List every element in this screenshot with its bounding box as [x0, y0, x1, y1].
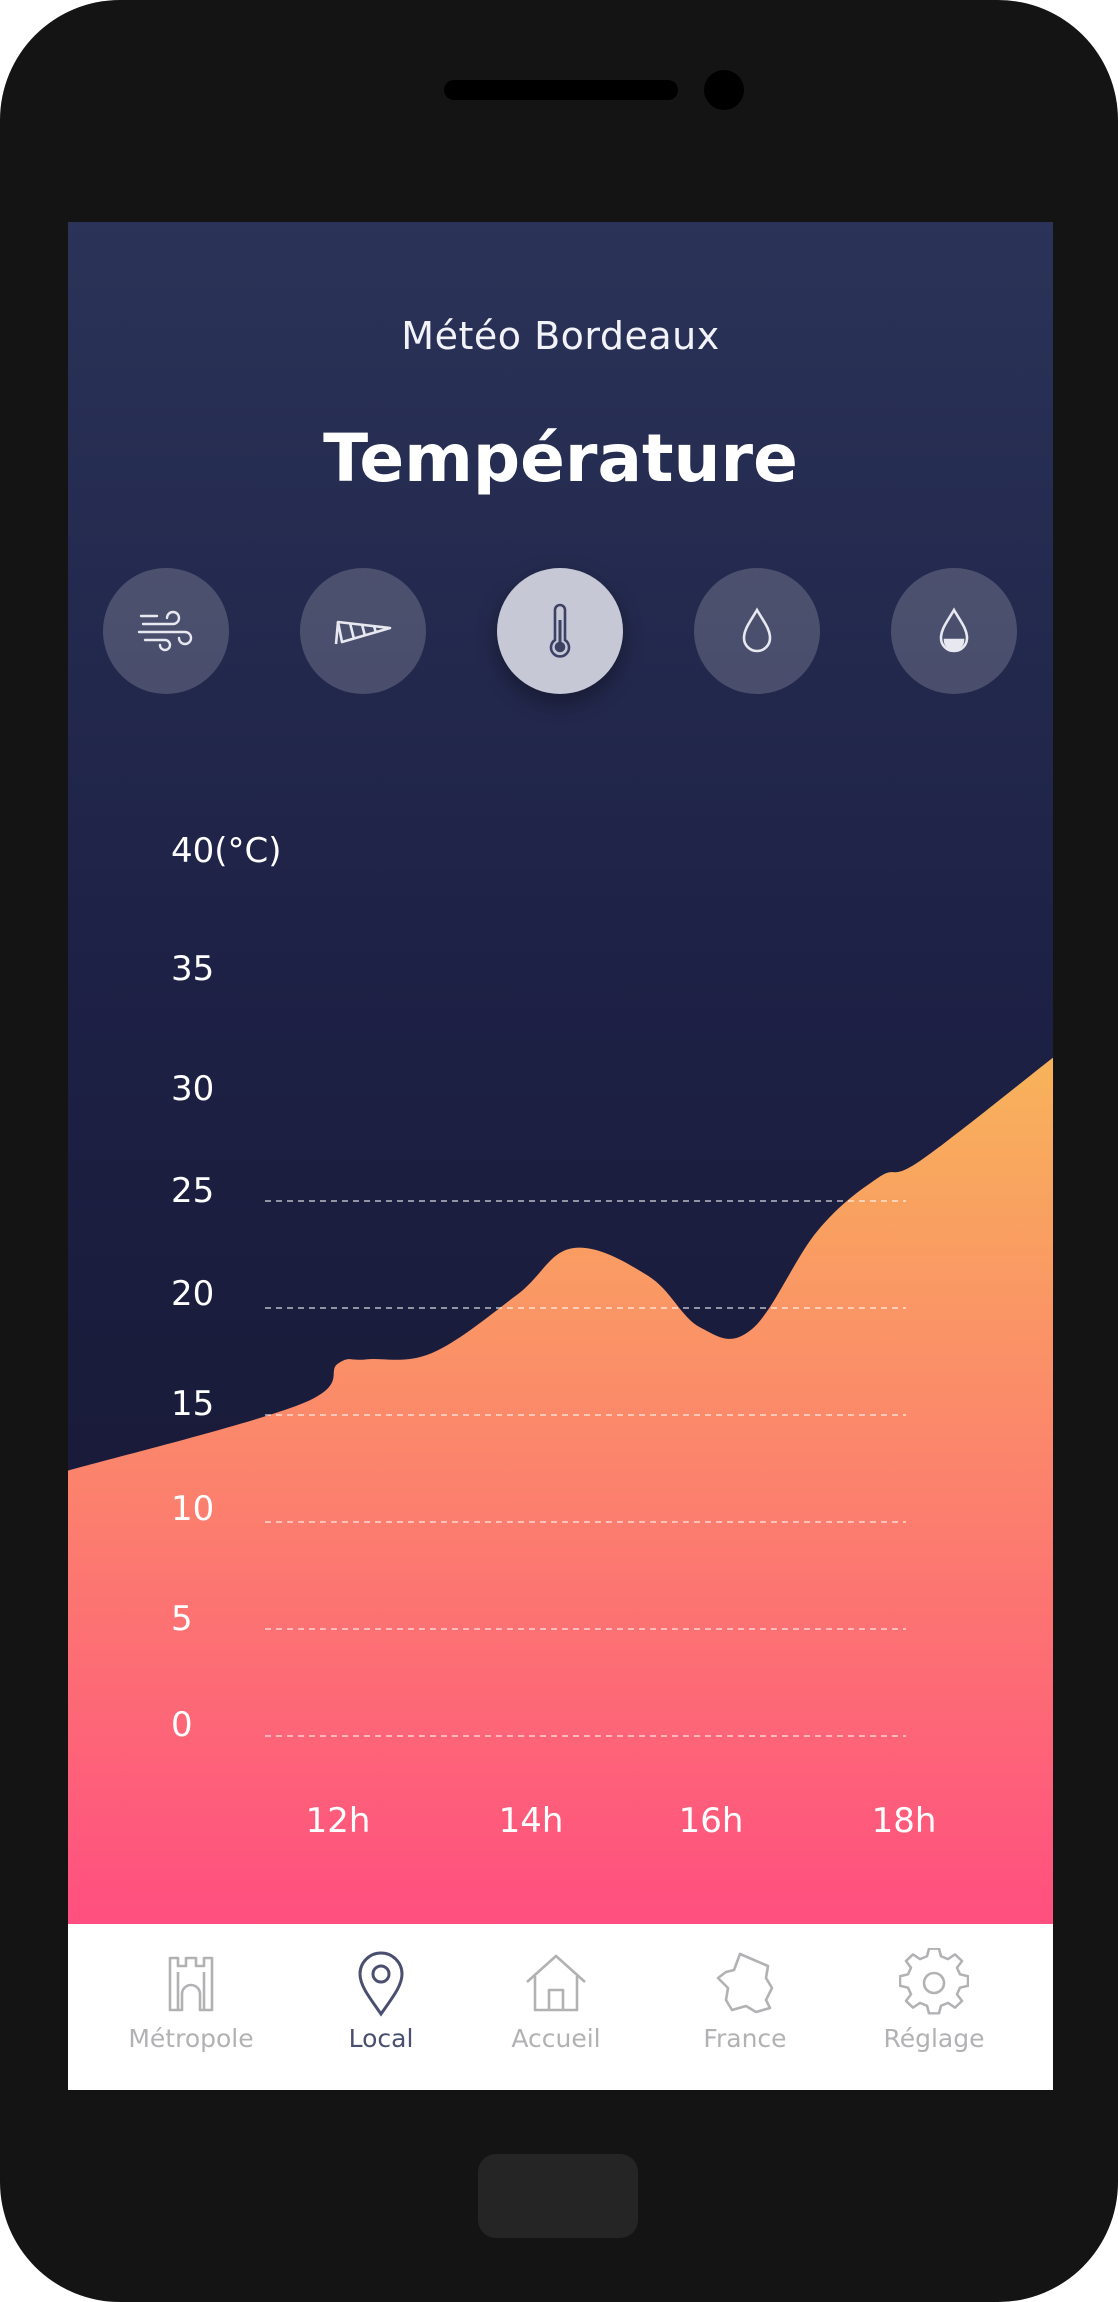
app-subtitle: Météo Bordeaux — [401, 314, 720, 358]
gear-icon — [899, 1948, 969, 2015]
x-tick-label: 18h — [872, 1801, 937, 1841]
category-selector — [68, 568, 1053, 698]
nav-label-local: Local — [348, 2024, 414, 2053]
humidity-button[interactable] — [891, 568, 1017, 694]
nav-label-france: France — [703, 2024, 787, 2053]
france-map-icon — [716, 1952, 774, 2014]
nav-label-reglage: Réglage — [883, 2024, 985, 2053]
home-button[interactable] — [478, 2154, 638, 2238]
front-camera — [704, 70, 744, 110]
y-tick-label: 0 — [171, 1705, 193, 1745]
y-tick-label: 15 — [171, 1384, 214, 1424]
y-tick-label: 30 — [171, 1069, 214, 1109]
windsock-icon — [334, 620, 392, 645]
humidity-drop-icon — [939, 607, 969, 653]
bottom-navigation: Métropole Local Accueil France Réglage — [68, 1924, 1053, 2090]
x-tick-label: 12h — [306, 1801, 371, 1841]
thermometer-icon — [549, 603, 571, 658]
nav-item-reglage[interactable]: Réglage — [854, 1948, 1014, 2068]
temperature-area — [68, 1057, 1053, 1924]
y-tick-label: 5 — [171, 1599, 193, 1639]
y-tick-label: 20 — [171, 1274, 214, 1314]
home-icon — [526, 1954, 586, 2012]
nav-label-accueil: Accueil — [511, 2024, 601, 2053]
y-tick-label: 10 — [171, 1489, 214, 1529]
raindrop-icon — [742, 607, 772, 653]
temperature-button[interactable] — [497, 568, 623, 694]
x-tick-label: 16h — [679, 1801, 744, 1841]
phone-frame: 0 5 10 15 20 25 30 35 40(°C) 12h 14h 16h 18h Météo … — [0, 0, 1118, 2302]
nav-label-metropole: Métropole — [128, 2024, 254, 2053]
wind-button[interactable] — [103, 568, 229, 694]
nav-item-local[interactable]: Local — [301, 1948, 461, 2068]
y-tick-label: 35 — [171, 949, 214, 989]
nav-item-accueil[interactable]: Accueil — [476, 1948, 636, 2068]
app-screen: 0 5 10 15 20 25 30 35 40(°C) 12h 14h 16h 18h Météo … — [68, 222, 1053, 2090]
wind-icon — [137, 610, 193, 652]
rain-button[interactable] — [694, 568, 820, 694]
y-tick-label: 25 — [171, 1171, 214, 1211]
y-tick-label: 40(°C) — [171, 831, 282, 871]
x-tick-label: 14h — [499, 1801, 564, 1841]
nav-item-metropole[interactable]: Métropole — [111, 1948, 271, 2068]
location-pin-icon — [358, 1951, 404, 2017]
page-title: Température — [323, 420, 798, 497]
nav-item-france[interactable]: France — [665, 1948, 825, 2068]
windsock-button[interactable] — [300, 568, 426, 694]
earpiece-speaker — [444, 80, 678, 100]
tower-icon — [168, 1956, 214, 2012]
